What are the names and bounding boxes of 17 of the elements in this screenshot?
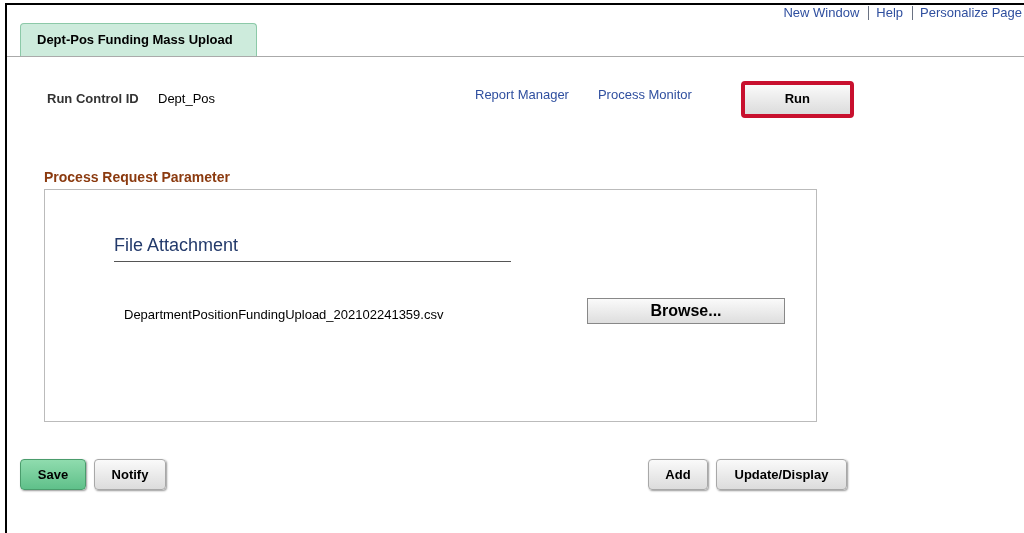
group-title: File Attachment [114,232,511,262]
page-link[interactable]: Process Monitor [597,85,692,105]
run-control-value: Dept_Pos [158,90,217,109]
browse-button[interactable]: Browse... [587,297,785,324]
action-button[interactable]: Update/Display [716,459,847,490]
header-link[interactable]: Help [876,3,904,23]
header-link[interactable]: Personalize Page [920,3,1022,23]
section-title: Process Request Parameter [44,168,231,187]
run-control-label: Run Control ID [47,90,140,109]
save-button[interactable]: Save [20,459,86,490]
header-link[interactable]: New Window [783,3,860,23]
tab[interactable]: Dept-Pos Funding Mass Upload [20,23,257,56]
action-button[interactable]: Add [648,459,708,490]
page-link[interactable]: Report Manager [475,85,569,105]
run-button[interactable]: Run [740,80,854,118]
action-button[interactable]: Notify [94,459,166,490]
file-name: DepartmentPositionFundingUpload_202102241359.csv [124,306,445,324]
